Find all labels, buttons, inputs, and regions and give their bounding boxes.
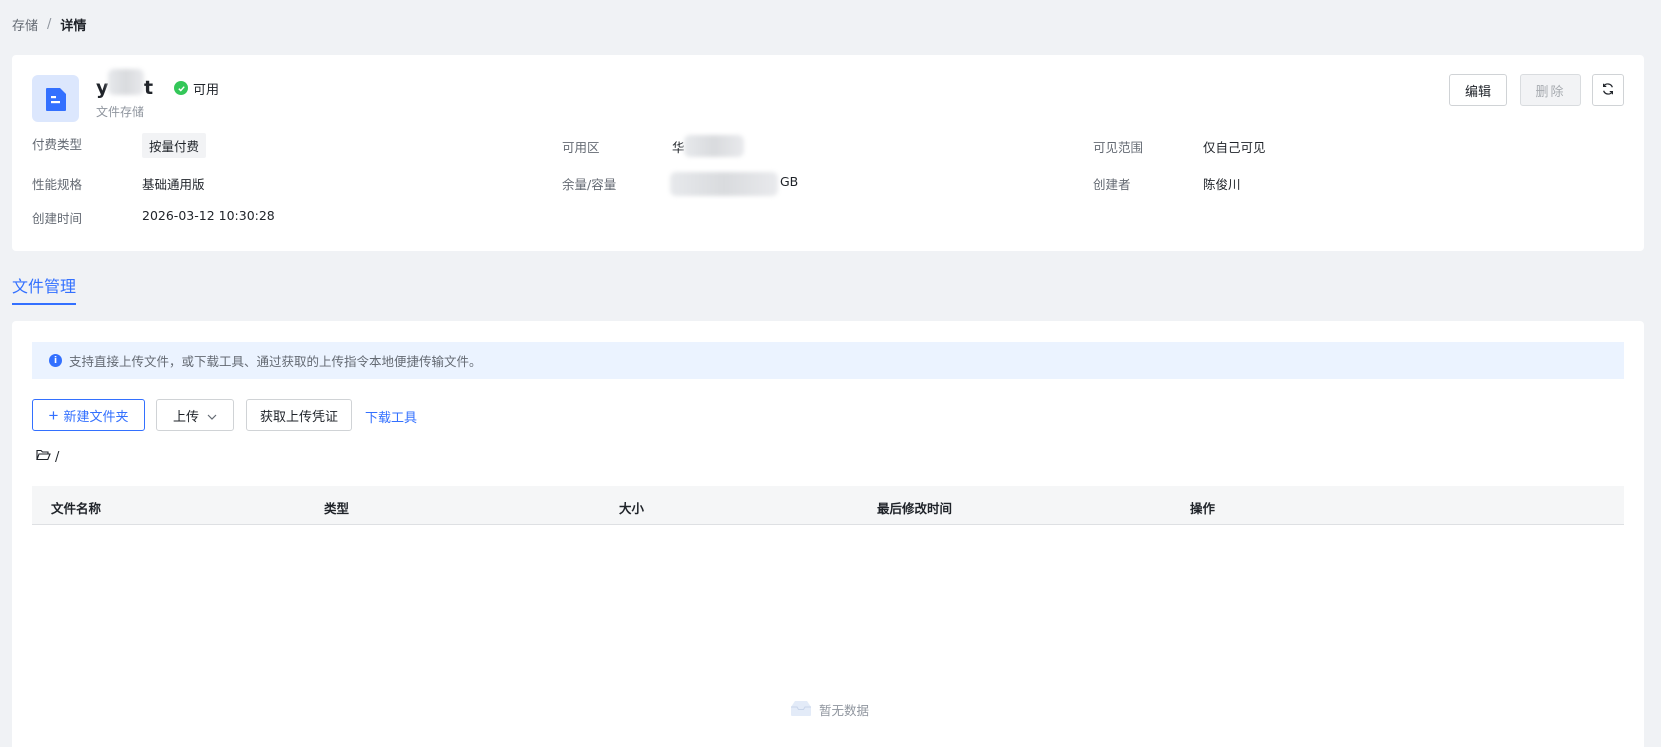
visibility-value: 仅自己可见 [1203, 140, 1266, 155]
breadcrumb: 存储 / 详情 [12, 15, 86, 34]
check-circle-icon [174, 81, 188, 95]
breadcrumb-current: 详情 [60, 19, 87, 34]
creator-label: 创建者 [1093, 177, 1131, 192]
created-time-label: 创建时间 [32, 211, 83, 226]
file-management-card: i 支持直接上传文件，或下载工具、通过获取的上传指令本地便捷传输文件。 + 新建… [12, 321, 1644, 747]
current-path: / [36, 449, 59, 465]
storage-detail-page: 存储 / 详情 y t 可用 文件存储 编辑 删除 付费类型 按量付费 可用区 … [0, 0, 1661, 747]
redacted-capacity [670, 172, 778, 196]
plus-icon: + [48, 405, 59, 425]
edit-button[interactable]: 编辑 [1449, 74, 1507, 106]
delete-button[interactable]: 删除 [1520, 74, 1581, 106]
download-tool-link[interactable]: 下载工具 [365, 407, 417, 426]
visibility-label: 可见范围 [1093, 140, 1144, 155]
created-time-value: 2026-03-12 10:30:28 [142, 208, 275, 223]
resource-title-row: y t 可用 [96, 69, 219, 101]
refresh-icon [1601, 82, 1615, 99]
billing-type-value: 按量付费 [142, 133, 207, 158]
chevron-down-icon [207, 408, 217, 423]
tab-file-management[interactable]: 文件管理 [12, 273, 77, 305]
refresh-button[interactable] [1592, 74, 1624, 106]
column-size: 大小 [619, 501, 645, 516]
column-actions: 操作 [1190, 501, 1216, 516]
redacted-name [108, 69, 144, 95]
upload-label: 上传 [172, 408, 199, 424]
column-type: 类型 [324, 501, 350, 516]
resource-type: 文件存储 [96, 105, 145, 119]
spec-value: 基础通用版 [142, 177, 205, 192]
file-storage-icon [32, 75, 79, 122]
zone-value: 华 [672, 140, 685, 155]
creator-value: 陈俊川 [1203, 177, 1241, 192]
empty-state: 暂无数据 [789, 699, 869, 720]
path-text[interactable]: / [55, 450, 59, 465]
capacity-unit: GB [780, 174, 799, 189]
spec-label: 性能规格 [32, 177, 83, 192]
info-icon: i [49, 354, 62, 367]
column-last-modified: 最后修改时间 [877, 501, 953, 516]
new-folder-button[interactable]: + 新建文件夹 [32, 399, 145, 431]
redacted-zone [684, 135, 744, 157]
billing-type-label: 付费类型 [32, 137, 83, 152]
empty-text: 暂无数据 [819, 703, 870, 718]
file-table-header: 文件名称 类型 大小 最后修改时间 操作 [32, 486, 1624, 525]
breadcrumb-storage-link[interactable]: 存储 [12, 15, 38, 34]
status-badge: 可用 [174, 79, 219, 98]
alert-text: 支持直接上传文件，或下载工具、通过获取的上传指令本地便捷传输文件。 [69, 354, 482, 369]
empty-inbox-icon [789, 699, 813, 720]
capacity-label: 余量/容量 [562, 177, 617, 192]
resource-info-card: y t 可用 文件存储 编辑 删除 付费类型 按量付费 可用区 华 可见范围 仅… [12, 55, 1644, 251]
resource-name: y t [96, 69, 156, 101]
info-alert: i 支持直接上传文件，或下载工具、通过获取的上传指令本地便捷传输文件。 [32, 342, 1624, 379]
get-upload-credential-button[interactable]: 获取上传凭证 [246, 399, 352, 431]
upload-dropdown-button[interactable]: 上传 [156, 399, 234, 431]
folder-open-icon [36, 449, 51, 465]
new-folder-label: 新建文件夹 [63, 408, 129, 424]
breadcrumb-separator: / [47, 17, 52, 32]
zone-label: 可用区 [562, 140, 600, 155]
status-text: 可用 [193, 82, 220, 98]
column-file-name: 文件名称 [51, 501, 102, 516]
